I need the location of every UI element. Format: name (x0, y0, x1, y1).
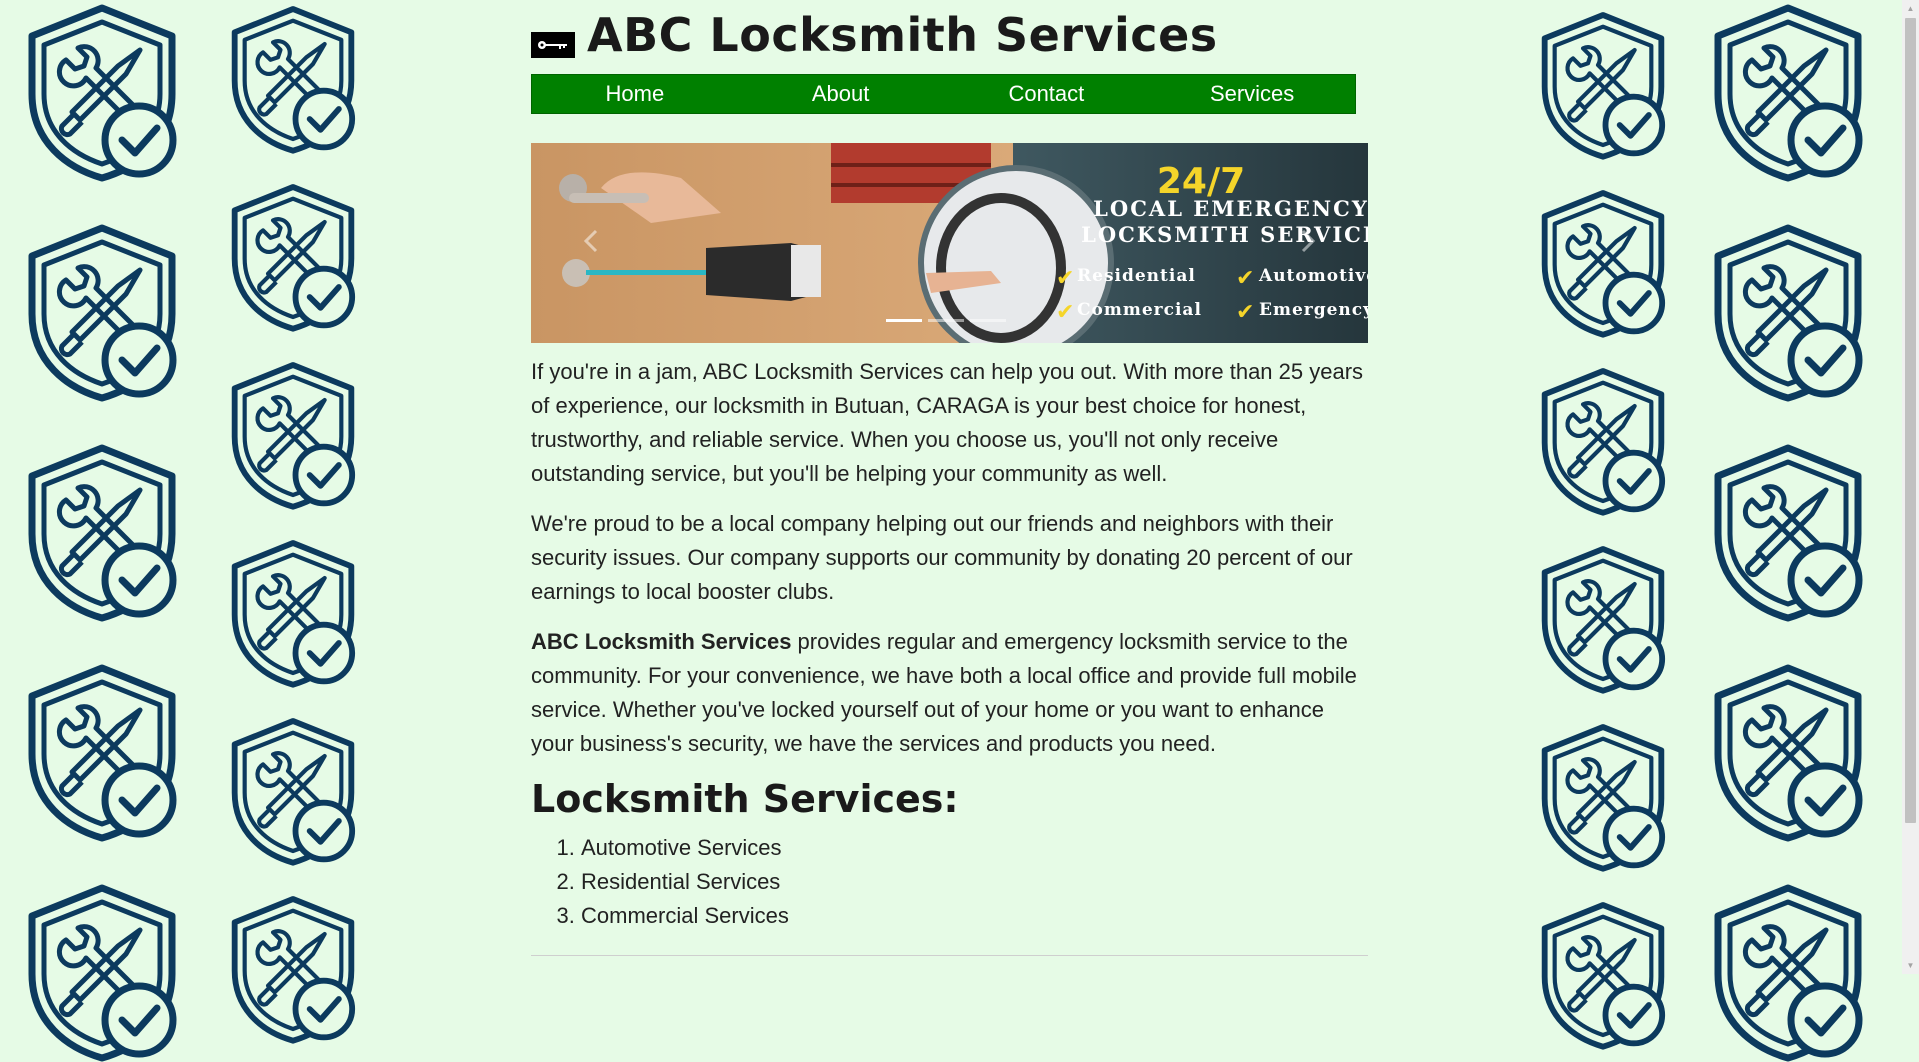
scrollbar[interactable]: ▲ ▼ (1902, 0, 1919, 974)
banner-line-1: LOCAL EMERGENCY (1093, 196, 1368, 221)
scrollbar-thumb[interactable] (1905, 18, 1916, 823)
shield-tools-check-icon (231, 362, 356, 510)
banner-feature: Emergency (1259, 300, 1368, 320)
shield-tools-check-icon (1714, 664, 1863, 842)
carousel-indicator[interactable] (928, 319, 964, 322)
main-navigation: Home About Contact Services (531, 74, 1356, 114)
shield-tools-check-icon (1714, 224, 1863, 402)
shield-tools-check-icon (231, 6, 356, 154)
shield-tools-check-icon (28, 444, 177, 622)
site-header: ABC Locksmith Services (531, 0, 1368, 70)
banner-line-2: LOCKSMITH SERVICE (1081, 222, 1368, 247)
shield-tools-check-icon (231, 540, 356, 688)
carousel-indicator-active[interactable] (886, 319, 922, 322)
site-title: ABC Locksmith Services (587, 8, 1218, 62)
shield-tools-check-icon (28, 4, 177, 182)
list-item: Commercial Services (581, 899, 1368, 933)
page-main: ABC Locksmith Services Home About Contac… (531, 0, 1368, 956)
list-item: Residential Services (581, 865, 1368, 899)
scroll-up-arrow-icon[interactable]: ▲ (1902, 0, 1919, 17)
shield-tools-check-icon (1541, 902, 1666, 1050)
nav-about[interactable]: About (738, 75, 944, 113)
shield-tools-check-icon (1541, 724, 1666, 872)
services-list: Automotive Services Residential Services… (531, 831, 1368, 933)
shield-tools-check-icon (28, 884, 177, 1062)
shield-tools-check-icon (1541, 12, 1666, 160)
intro-paragraph: If you're in a jam, ABC Locksmith Servic… (531, 359, 1364, 486)
key-icon (538, 41, 567, 49)
shield-tools-check-icon (1714, 444, 1863, 622)
logo[interactable] (531, 32, 575, 58)
check-icon: ✔ (1236, 300, 1254, 325)
door-lock (562, 259, 590, 287)
banner-feature: Residential (1077, 266, 1196, 286)
shield-tools-check-icon (231, 718, 356, 866)
services-paragraph: ABC Locksmith Services provides regular … (531, 625, 1368, 761)
decor-column-right-inner (1536, 10, 1670, 1050)
shield-tools-check-icon (1541, 190, 1666, 338)
list-item: Automotive Services (581, 831, 1368, 865)
nav-contact[interactable]: Contact (944, 75, 1150, 113)
decor-column-right-outer (1708, 2, 1868, 1062)
shield-tools-check-icon (28, 664, 177, 842)
check-icon: ✔ (1056, 300, 1074, 325)
main-content: If you're in a jam, ABC Locksmith Servic… (531, 355, 1368, 956)
scroll-down-arrow-icon[interactable]: ▼ (1902, 957, 1919, 974)
shield-tools-check-icon (231, 896, 356, 1044)
community-paragraph: We're proud to be a local company helpin… (531, 511, 1353, 604)
services-heading: Locksmith Services: (531, 777, 959, 821)
nav-home[interactable]: Home (532, 75, 738, 113)
shield-tools-check-icon (1714, 4, 1863, 182)
decor-column-left-outer (22, 2, 182, 1062)
check-icon: ✔ (1056, 266, 1074, 291)
drill-bit (586, 270, 706, 275)
divider (531, 955, 1368, 956)
shield-tools-check-icon (1541, 368, 1666, 516)
banner-feature: Commercial (1077, 300, 1202, 320)
decor-column-left-inner (226, 4, 360, 1044)
shield-tools-check-icon (1541, 546, 1666, 694)
shield-tools-check-icon (28, 224, 177, 402)
shield-tools-check-icon (1714, 884, 1863, 1062)
shield-tools-check-icon (231, 184, 356, 332)
hero-carousel-image: 24/7 LOCAL EMERGENCY LOCKSMITH SERVICE ✔… (531, 143, 1368, 343)
nav-services[interactable]: Services (1149, 75, 1355, 113)
company-name-bold: ABC Locksmith Services (531, 629, 792, 654)
check-icon: ✔ (1236, 266, 1254, 291)
hero-carousel[interactable]: 24/7 LOCAL EMERGENCY LOCKSMITH SERVICE ✔… (531, 143, 1368, 343)
banner-feature: Automotive (1258, 266, 1368, 286)
carousel-indicator[interactable] (970, 319, 1006, 322)
